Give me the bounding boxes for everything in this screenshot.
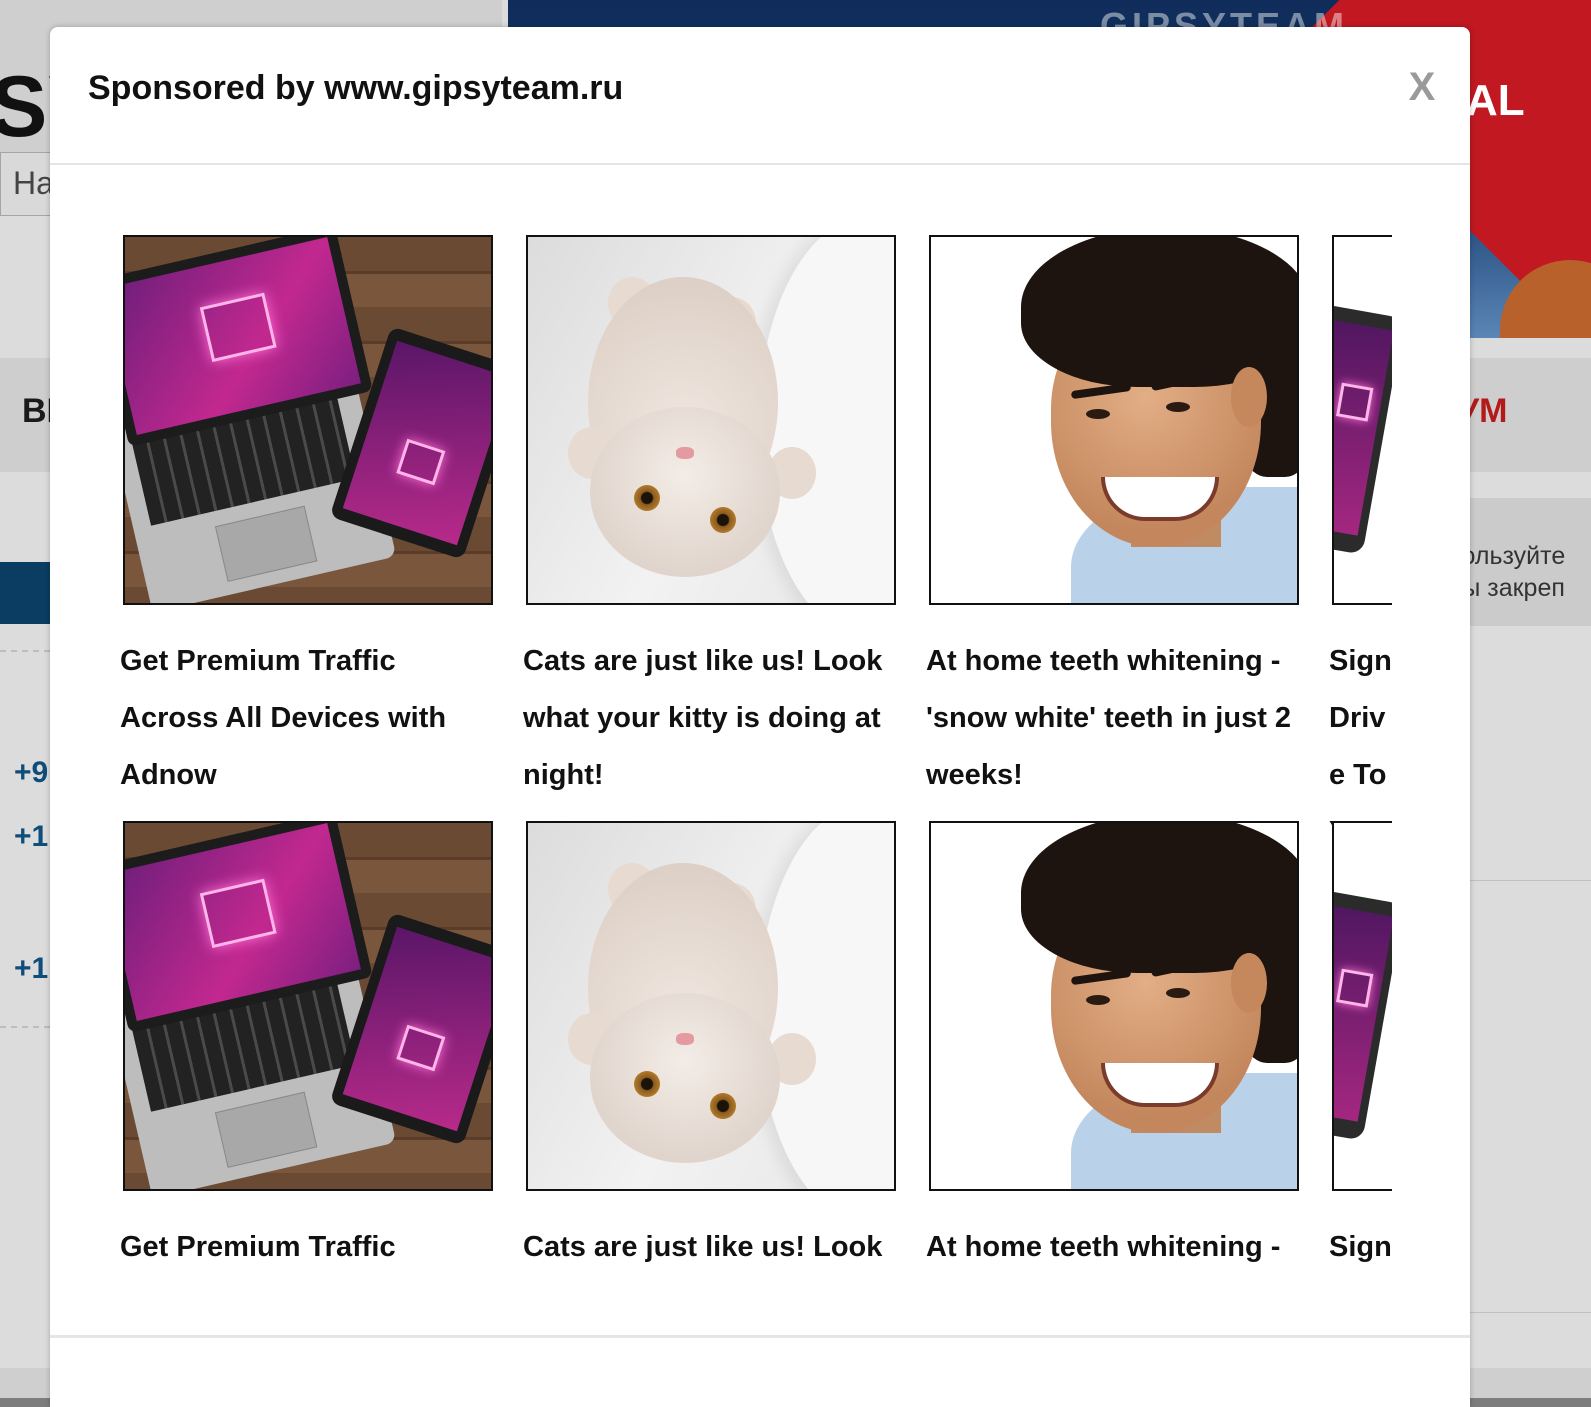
logo-glyph xyxy=(396,438,446,486)
logo-glyph xyxy=(199,292,277,363)
ad-title[interactable]: At home teeth whitening - xyxy=(926,1219,1306,1276)
kitten-image[interactable] xyxy=(526,235,896,605)
smiling-man-image[interactable] xyxy=(929,235,1299,605)
logo-glyph xyxy=(1336,382,1374,422)
cat-head xyxy=(590,407,780,577)
ad-grid: Get Premium Traffic Across All Devices w… xyxy=(120,235,1464,1295)
cat-eye xyxy=(634,1071,660,1097)
ad-card[interactable]: Get Premium Traffic Across All Devices w… xyxy=(120,235,495,804)
pillow xyxy=(758,823,894,1189)
stat-value-3: +1 xyxy=(14,952,49,985)
hair xyxy=(1021,237,1297,387)
eye xyxy=(1166,988,1190,998)
ad-card[interactable]: Cats are just like us! Look xyxy=(523,821,898,1276)
eye xyxy=(1166,402,1190,412)
pillow xyxy=(758,237,894,603)
stat-value-2: +1 xyxy=(14,820,49,853)
modal-title: Sponsored by www.gipsyteam.ru xyxy=(88,69,624,107)
divider xyxy=(0,1026,50,1028)
modal-footer-divider xyxy=(50,1335,1470,1338)
search-placeholder: На xyxy=(13,165,54,201)
sponsored-modal: Sponsored by www.gipsyteam.ru X Get Prem… xyxy=(50,27,1470,1407)
stat-value-1: +9 xyxy=(14,756,49,789)
carousel-clip xyxy=(1392,235,1464,1295)
ad-title[interactable]: Cats are just like us! Look xyxy=(523,1219,903,1276)
logo-glyph xyxy=(396,1024,446,1072)
cat-eye xyxy=(710,1093,736,1119)
trackpad xyxy=(214,1091,318,1168)
ad-title[interactable]: Get Premium Traffic xyxy=(120,1219,500,1276)
cat-nose xyxy=(676,447,694,459)
ear xyxy=(1231,367,1267,427)
cat-eye xyxy=(634,485,660,511)
ear xyxy=(1231,953,1267,1013)
trackpad xyxy=(214,505,318,582)
eye xyxy=(1086,409,1110,419)
ad-card[interactable]: Cats are just like us! Look what your ki… xyxy=(523,235,898,804)
eye xyxy=(1086,995,1110,1005)
cat-eye xyxy=(710,507,736,533)
ad-card[interactable]: At home teeth whitening - 'snow white' t… xyxy=(926,235,1301,804)
ad-title[interactable]: Cats are just like us! Look what your ki… xyxy=(523,633,903,804)
hair xyxy=(1021,823,1297,973)
divider xyxy=(0,650,50,652)
phone-screen xyxy=(1334,314,1394,536)
logo-glyph xyxy=(1336,968,1374,1008)
laptop-tablet-image[interactable] xyxy=(123,821,493,1191)
banner-subtitle: AL xyxy=(1466,76,1525,125)
cat-head xyxy=(590,993,780,1163)
cat-nose xyxy=(676,1033,694,1045)
laptop-tablet-image[interactable] xyxy=(123,235,493,605)
phone-screen xyxy=(1334,900,1394,1122)
logo-glyph xyxy=(199,878,277,949)
ad-title[interactable]: At home teeth whitening - 'snow white' t… xyxy=(926,633,1306,804)
ad-card[interactable]: Get Premium Traffic xyxy=(120,821,495,1276)
ad-title[interactable]: Sign xyxy=(1329,1219,1393,1276)
blue-tab[interactable] xyxy=(0,562,50,624)
smiling-man-image[interactable] xyxy=(929,821,1299,1191)
kitten-image[interactable] xyxy=(526,821,896,1191)
ad-card[interactable]: At home teeth whitening - xyxy=(926,821,1301,1276)
modal-header: Sponsored by www.gipsyteam.ru X xyxy=(50,27,1470,165)
close-button[interactable]: X xyxy=(1402,63,1442,111)
ad-title[interactable]: Get Premium Traffic Across All Devices w… xyxy=(120,633,500,804)
